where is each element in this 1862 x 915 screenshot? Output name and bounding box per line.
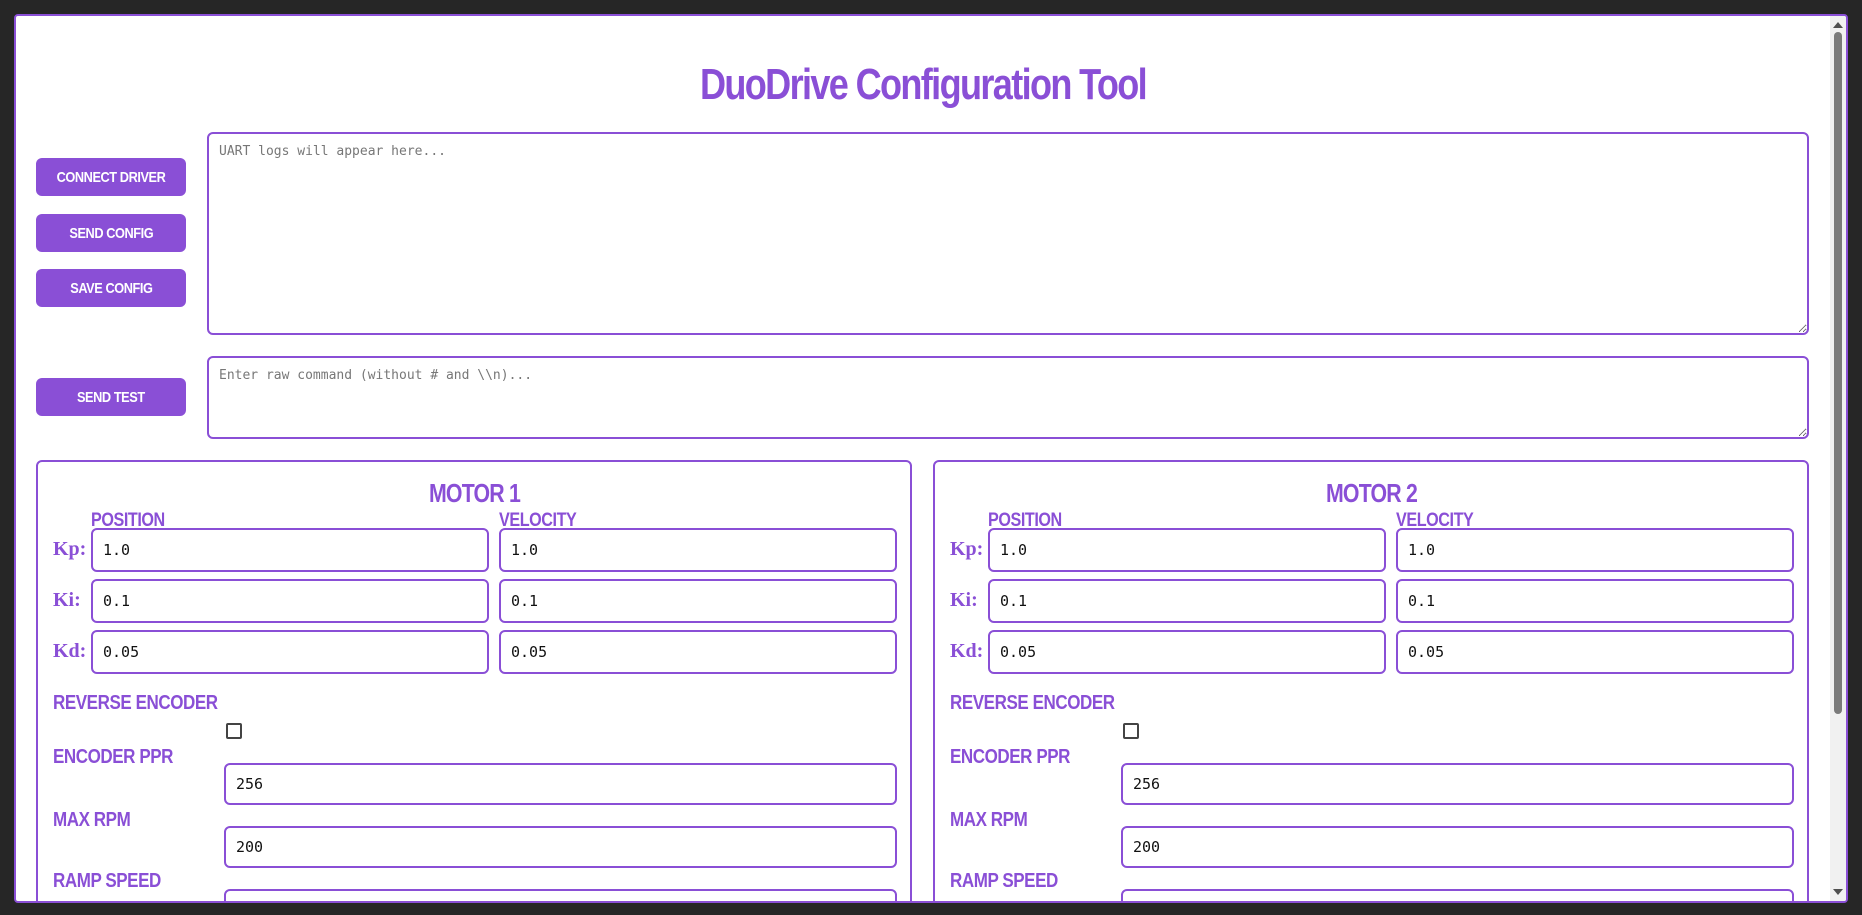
kp-label: Kp:: [950, 538, 984, 560]
send-test-button[interactable]: SEND TEST: [36, 378, 186, 416]
uart-log-textarea[interactable]: [207, 132, 1809, 335]
connect-driver-label: CONNECT DRIVER: [56, 168, 166, 186]
motor-2-position-ki-input[interactable]: [988, 579, 1386, 623]
motor-1-max-rpm-input[interactable]: [224, 826, 897, 868]
motor-2-panel: MOTOR 2 POSITION VELOCITY Kp: Ki: Kd: RE…: [933, 460, 1809, 901]
motor-1-position-kp-input[interactable]: [91, 528, 489, 572]
ki-label: Ki:: [950, 589, 978, 611]
motor-1-panel: MOTOR 1 POSITION VELOCITY Kp: Ki: Kd: RE…: [36, 460, 912, 901]
send-config-button[interactable]: SEND CONFIG: [36, 214, 186, 252]
send-test-label: SEND TEST: [77, 388, 145, 406]
raw-command-input[interactable]: [207, 356, 1809, 439]
reverse-encoder-label: REVERSE ENCODER: [53, 692, 218, 714]
motor-2-max-rpm-input[interactable]: [1121, 826, 1794, 868]
motor-1-reverse-encoder-checkbox[interactable]: [226, 723, 242, 739]
vertical-scrollbar[interactable]: [1830, 16, 1846, 901]
motor-2-reverse-encoder-checkbox[interactable]: [1123, 723, 1139, 739]
motor-1-position-ki-input[interactable]: [91, 579, 489, 623]
reverse-encoder-label: REVERSE ENCODER: [950, 692, 1115, 714]
connect-driver-button[interactable]: CONNECT DRIVER: [36, 158, 186, 196]
save-config-label: SAVE CONFIG: [69, 279, 153, 297]
motor-1-encoder-ppr-input[interactable]: [224, 763, 897, 805]
motor-2-velocity-ki-input[interactable]: [1396, 579, 1794, 623]
ki-label: Ki:: [53, 589, 81, 611]
motor-2-velocity-kd-input[interactable]: [1396, 630, 1794, 674]
ramp-speed-label: RAMP SPEED: [53, 870, 161, 892]
max-rpm-label: MAX RPM: [53, 809, 131, 831]
motor-1-velocity-kd-input[interactable]: [499, 630, 897, 674]
motor-1-position-kd-input[interactable]: [91, 630, 489, 674]
motor-2-velocity-kp-input[interactable]: [1396, 528, 1794, 572]
save-config-button[interactable]: SAVE CONFIG: [36, 269, 186, 307]
motor-2-position-kd-input[interactable]: [988, 630, 1386, 674]
page-title: DuoDrive Configuration Tool: [699, 60, 1148, 109]
motor-1-title: MOTOR 1: [428, 478, 520, 508]
send-config-label: SEND CONFIG: [69, 224, 153, 242]
scroll-down-arrow-icon[interactable]: [1833, 889, 1843, 895]
scroll-up-arrow-icon[interactable]: [1833, 22, 1843, 28]
encoder-ppr-label: ENCODER PPR: [950, 746, 1071, 768]
kd-label: Kd:: [950, 640, 984, 662]
motor-2-encoder-ppr-input[interactable]: [1121, 763, 1794, 805]
scroll-thumb[interactable]: [1834, 32, 1842, 714]
kd-label: Kd:: [53, 640, 87, 662]
motor-2-position-kp-input[interactable]: [988, 528, 1386, 572]
kp-label: Kp:: [53, 538, 87, 560]
motor-1-velocity-kp-input[interactable]: [499, 528, 897, 572]
ramp-speed-label: RAMP SPEED: [950, 870, 1058, 892]
motor-2-title: MOTOR 2: [1325, 478, 1417, 508]
motor-1-velocity-ki-input[interactable]: [499, 579, 897, 623]
max-rpm-label: MAX RPM: [950, 809, 1028, 831]
app-window: DuoDrive Configuration Tool CONNECT DRIV…: [14, 14, 1848, 903]
motor-2-ramp-speed-input[interactable]: [1121, 889, 1794, 901]
motor-1-ramp-speed-input[interactable]: [224, 889, 897, 901]
encoder-ppr-label: ENCODER PPR: [53, 746, 174, 768]
